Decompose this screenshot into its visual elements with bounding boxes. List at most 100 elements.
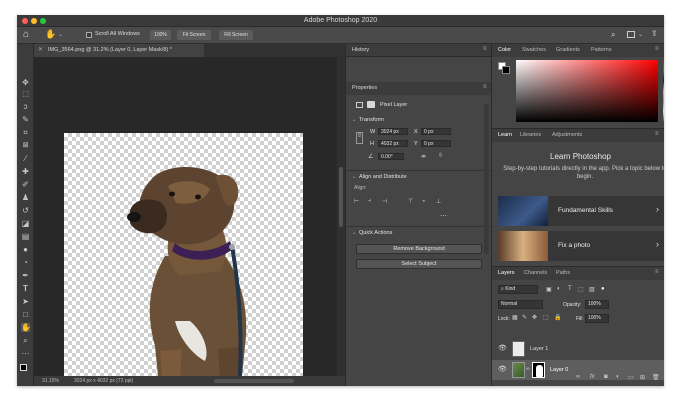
new-group-icon[interactable]: ▭: [628, 374, 634, 381]
workspace-icon[interactable]: [627, 31, 635, 38]
lasso-tool-icon[interactable]: ↄ: [21, 102, 30, 111]
tab-properties[interactable]: Properties: [348, 82, 381, 94]
hand-tool-icon[interactable]: ✋: [21, 323, 31, 332]
align-left-icon[interactable]: ⊢: [354, 198, 359, 205]
crop-tool-icon[interactable]: ⌗: [21, 128, 30, 137]
fill-screen-button[interactable]: Fill Screen: [219, 30, 253, 40]
rectangle-tool-icon[interactable]: □: [21, 310, 30, 319]
filter-toggle-icon[interactable]: ●: [601, 286, 605, 292]
tab-channels[interactable]: Channels: [520, 267, 551, 279]
tab-layers[interactable]: Layers: [494, 267, 519, 279]
align-bottom-icon[interactable]: ⊥: [436, 198, 441, 205]
lock-transparent-icon[interactable]: ▦: [512, 314, 518, 321]
dodge-tool-icon[interactable]: ◔: [21, 258, 30, 267]
tab-history[interactable]: History: [348, 44, 373, 56]
share-icon[interactable]: ⇪: [651, 29, 658, 38]
canvas-area[interactable]: [34, 57, 345, 376]
card-fundamental-skills[interactable]: Fundamental Skills ›: [498, 196, 664, 226]
background-swatch[interactable]: [502, 66, 510, 74]
lock-position-icon[interactable]: ✥: [532, 314, 537, 321]
trash-icon[interactable]: 🗑: [652, 374, 660, 381]
lock-all-icon[interactable]: 🔒: [554, 314, 561, 321]
align-center-v-icon[interactable]: ⫟: [422, 198, 426, 205]
panel-menu-icon[interactable]: ≡: [483, 46, 487, 52]
flip-horizontal-icon[interactable]: ⇹: [421, 153, 426, 160]
scroll-all-windows-checkbox[interactable]: [86, 32, 92, 38]
chevron-down-icon[interactable]: ⌄: [58, 31, 63, 38]
remove-background-button[interactable]: Remove Background: [356, 244, 482, 254]
tab-color[interactable]: Color: [494, 44, 515, 56]
eraser-tool-icon[interactable]: ◪: [21, 219, 30, 228]
tab-adjustments[interactable]: Adjustments: [548, 129, 586, 141]
select-subject-button[interactable]: Select Subject: [356, 259, 482, 269]
healing-brush-tool-icon[interactable]: ✚: [21, 167, 30, 176]
quick-select-tool-icon[interactable]: ✎: [21, 115, 30, 124]
panel-menu-icon[interactable]: ≡: [655, 131, 659, 137]
chevron-down-icon[interactable]: ⌄: [352, 174, 357, 180]
layer-mask-thumbnail[interactable]: [532, 362, 545, 378]
zoom-tool-icon[interactable]: ⌕: [21, 336, 30, 345]
adjustment-layer-icon[interactable]: ◐: [616, 374, 620, 380]
chevron-down-icon[interactable]: ⌄: [352, 230, 357, 236]
align-center-h-icon[interactable]: ⫞: [368, 198, 371, 205]
fx-icon[interactable]: fx: [590, 374, 595, 380]
new-layer-icon[interactable]: ⊞: [640, 374, 645, 381]
height-input[interactable]: 4032 px: [378, 140, 408, 147]
blur-tool-icon[interactable]: ●: [21, 245, 30, 254]
x-input[interactable]: 0 px: [421, 128, 451, 135]
path-select-tool-icon[interactable]: ➤: [21, 297, 30, 306]
opacity-input[interactable]: 100%: [585, 300, 609, 309]
filter-shape-icon[interactable]: ⬚: [578, 286, 584, 293]
tab-gradients[interactable]: Gradients: [552, 44, 584, 56]
layer-row[interactable]: 👁 Layer 1: [492, 339, 664, 359]
home-icon[interactable]: ⌂: [23, 29, 29, 40]
flip-vertical-icon[interactable]: ⇳: [438, 152, 443, 159]
tab-libraries[interactable]: Libraries: [516, 129, 545, 141]
scroll-thumb[interactable]: [339, 167, 343, 227]
clone-stamp-tool-icon[interactable]: ♟: [21, 193, 30, 202]
search-icon[interactable]: ⌕: [611, 30, 615, 40]
chevron-down-icon[interactable]: ⌄: [638, 31, 643, 38]
type-tool-icon[interactable]: T: [21, 284, 30, 293]
marquee-tool-icon[interactable]: ⬚: [21, 90, 30, 99]
fill-input[interactable]: 100%: [585, 314, 609, 323]
align-top-icon[interactable]: ⊤: [408, 198, 413, 205]
y-input[interactable]: 0 px: [421, 140, 451, 147]
blend-mode-select[interactable]: Normal: [498, 300, 543, 309]
close-tab-icon[interactable]: ✕: [38, 44, 43, 57]
lock-artboard-icon[interactable]: ⬚: [543, 314, 549, 321]
filter-type-icon[interactable]: T: [568, 286, 572, 292]
card-fix-a-photo[interactable]: Fix a photo ›: [498, 231, 664, 261]
document-tab[interactable]: ✕ IMG_3564.png @ 31.2% (Layer 0, Layer M…: [34, 44, 204, 57]
layer-name[interactable]: Layer 1: [530, 346, 548, 352]
brush-tool-icon[interactable]: ✐: [21, 180, 30, 189]
eyedropper-tool-icon[interactable]: ⁄: [21, 154, 30, 163]
link-icon[interactable]: 8: [356, 132, 363, 144]
lock-image-icon[interactable]: ✎: [522, 314, 527, 321]
panel-menu-icon[interactable]: ≡: [655, 46, 659, 52]
eye-icon[interactable]: 👁: [498, 344, 507, 352]
panel-menu-icon[interactable]: ≡: [655, 269, 659, 275]
frame-tool-icon[interactable]: ⊠: [21, 141, 30, 150]
filter-adjustment-icon[interactable]: ◐: [557, 286, 561, 292]
tab-paths[interactable]: Paths: [552, 267, 574, 279]
gradient-tool-icon[interactable]: ▤: [21, 232, 30, 241]
more-options-icon[interactable]: ⋯: [440, 212, 447, 220]
layer-name[interactable]: Layer 0: [550, 367, 568, 373]
mask-icon[interactable]: [367, 101, 375, 108]
eye-icon[interactable]: 👁: [498, 365, 507, 373]
tab-patterns[interactable]: Patterns: [587, 44, 615, 56]
align-right-icon[interactable]: ⊣: [382, 198, 387, 205]
link-layers-icon[interactable]: ∞: [576, 374, 580, 380]
color-field[interactable]: [516, 60, 658, 122]
foreground-color-swatch[interactable]: [20, 364, 27, 371]
history-brush-tool-icon[interactable]: ↺: [21, 206, 30, 215]
add-mask-icon[interactable]: ◙: [604, 374, 608, 380]
canvas-vertical-scrollbar[interactable]: [337, 57, 345, 376]
hand-tool-icon[interactable]: ✋: [45, 29, 56, 40]
width-input[interactable]: 3024 px: [378, 128, 408, 135]
horizontal-scrollbar[interactable]: [214, 379, 294, 383]
kind-filter-select[interactable]: ⌕ Kind: [498, 285, 538, 294]
filter-pixel-icon[interactable]: ▣: [546, 286, 552, 293]
panel-scrollbar[interactable]: [484, 104, 489, 254]
